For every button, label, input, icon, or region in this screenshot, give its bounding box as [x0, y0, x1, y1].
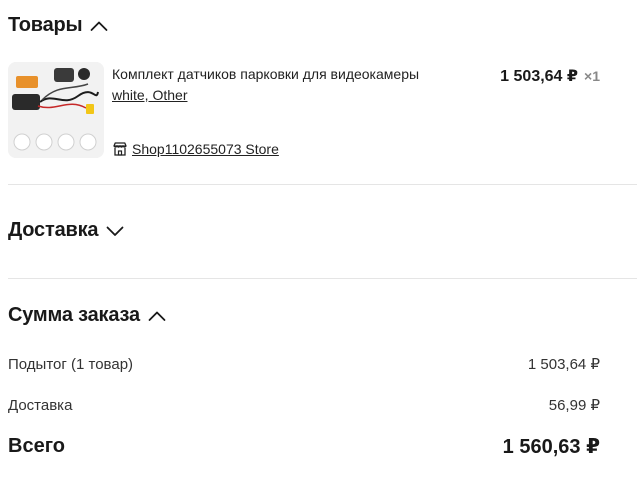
product-price: 1 503,64 ₽: [500, 68, 579, 85]
product-variant[interactable]: white, Other: [112, 87, 187, 103]
delivery-cost-label: Доставка: [8, 396, 73, 414]
store-name: Shop1102655073 Store: [132, 141, 279, 157]
divider: [8, 278, 637, 279]
subtotal-value: 1 503,64 ₽: [527, 356, 600, 373]
divider: [8, 184, 637, 185]
delivery-cost-row: Доставка 56,99 ₽: [8, 396, 600, 415]
product-name[interactable]: Комплект датчиков парковки для видеокаме…: [112, 66, 419, 82]
products-section-title: Товары: [8, 14, 83, 36]
store-icon: [112, 141, 128, 157]
summary-section-title: Сумма заказа: [8, 304, 140, 326]
product-price-block: 1 503,64 ₽ ×1: [500, 66, 600, 86]
products-section-toggle[interactable]: Товары: [8, 14, 108, 37]
store-link[interactable]: Shop1102655073 Store: [112, 141, 279, 157]
delivery-section-title: Доставка: [8, 219, 99, 241]
product-image[interactable]: [8, 62, 104, 158]
total-label: Всего: [8, 435, 65, 457]
chevron-up-icon: [90, 20, 108, 32]
delivery-cost-value: 56,99 ₽: [548, 397, 600, 414]
subtotal-row: Подытог (1 товар) 1 503,64 ₽: [8, 355, 600, 374]
total-row: Всего 1 560,63 ₽: [8, 434, 600, 459]
delivery-section-toggle[interactable]: Доставка: [8, 219, 124, 242]
chevron-up-icon: [148, 310, 166, 322]
product-quantity: ×1: [584, 68, 600, 84]
summary-section-toggle[interactable]: Сумма заказа: [8, 304, 166, 327]
subtotal-label: Подытог (1 товар): [8, 355, 134, 373]
total-value: 1 560,63 ₽: [502, 436, 600, 458]
chevron-down-icon: [106, 225, 124, 237]
